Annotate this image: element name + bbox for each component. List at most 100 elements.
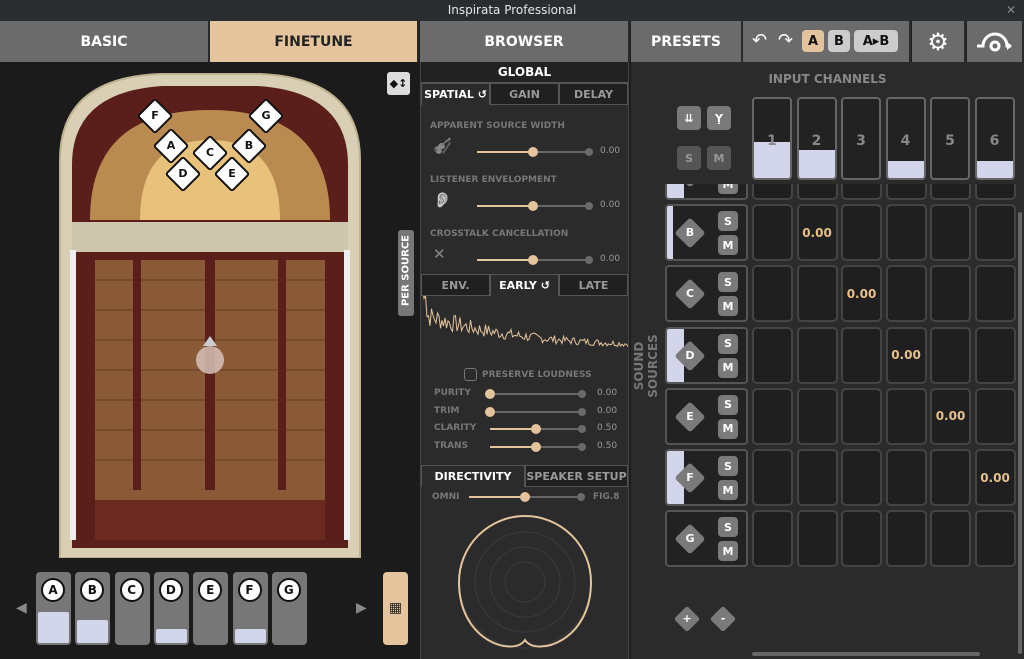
matrix-cell[interactable] [974, 326, 1016, 384]
slider-knob[interactable] [485, 406, 495, 417]
matrix-cell[interactable]: 0.00 [885, 326, 927, 384]
matrix-cell[interactable] [752, 265, 793, 323]
strip-next-arrow[interactable]: ▶ [356, 600, 367, 616]
matrix-cell[interactable] [796, 326, 838, 384]
vertical-scrollbar[interactable] [1018, 212, 1022, 654]
solo-button[interactable]: S [718, 517, 738, 538]
directivity-slider[interactable] [469, 492, 585, 502]
matrix-cell[interactable] [930, 326, 971, 384]
slider-knob[interactable] [528, 147, 538, 157]
source-strip-g[interactable]: G [271, 572, 307, 645]
copy-a-to-b-button[interactable]: A▸B [854, 30, 898, 52]
input-channel-6[interactable]: 6 [974, 97, 1015, 180]
matrix-cell[interactable]: 0.00 [974, 449, 1016, 506]
view-toggle-button[interactable]: ◆↕ [387, 72, 410, 95]
listener-icon[interactable] [967, 21, 1024, 62]
matrix-cell[interactable]: 0.00 [930, 387, 971, 445]
global-slider-1[interactable] [477, 201, 593, 211]
hall-source-f[interactable]: F [136, 97, 174, 135]
tab-spatial[interactable]: SPATIAL ↺ [421, 83, 490, 105]
matrix-cell[interactable] [930, 265, 971, 323]
tab-delay[interactable]: DELAY [559, 83, 628, 105]
horizontal-scrollbar[interactable] [752, 652, 980, 656]
tab-early[interactable]: EARLY ↺ [490, 274, 559, 296]
slider-knob[interactable] [531, 424, 541, 435]
redo-icon[interactable]: ↷ [778, 30, 793, 51]
matrix-cell[interactable] [930, 510, 971, 568]
source-strip-b[interactable]: B [75, 572, 111, 645]
hall-source-d[interactable]: D [164, 155, 202, 193]
source-strip-e[interactable]: E [193, 572, 229, 645]
matrix-cell[interactable] [796, 510, 838, 568]
remove-source-button[interactable]: - [709, 605, 737, 633]
tab-env[interactable]: ENV. [421, 274, 490, 296]
matrix-cell[interactable] [752, 449, 793, 506]
mute-button[interactable]: M [718, 418, 738, 439]
input-channel-3[interactable]: 3 [841, 97, 881, 180]
source-row-e[interactable]: E SM [665, 387, 748, 445]
input-channel-4[interactable]: 4 [885, 97, 926, 180]
preset-b-button[interactable]: B [828, 30, 850, 52]
tab-browser[interactable]: BROWSER [420, 21, 630, 62]
matrix-cell[interactable] [974, 387, 1016, 445]
matrix-cell[interactable] [930, 449, 971, 506]
source-row-g[interactable]: G SM [665, 510, 748, 568]
global-mute-button[interactable]: M [707, 146, 731, 170]
global-slider-0[interactable] [477, 147, 593, 157]
tab-directivity[interactable]: DIRECTIVITY [421, 465, 525, 487]
matrix-cell[interactable] [885, 265, 927, 323]
hall-source-a[interactable]: A [152, 127, 190, 165]
reflection-slider-trim[interactable] [485, 406, 586, 417]
solo-button[interactable]: S [718, 333, 738, 354]
source-strip-d[interactable]: D [153, 572, 189, 645]
matrix-cell[interactable] [752, 387, 793, 445]
mute-button[interactable]: M [718, 357, 738, 378]
hall-source-b[interactable]: B [230, 127, 268, 165]
matrix-cell[interactable] [841, 326, 882, 384]
tab-finetune[interactable]: FINETUNE [210, 21, 419, 62]
mute-button[interactable]: M [718, 235, 738, 256]
slider-knob[interactable] [531, 442, 541, 453]
tab-speaker-setup[interactable]: SPEAKER SETUP [525, 465, 628, 487]
matrix-cell[interactable] [974, 510, 1016, 568]
tab-presets[interactable]: PRESETS [631, 21, 743, 62]
matrix-cell[interactable] [974, 265, 1016, 323]
matrix-cell[interactable]: 0.00 [796, 204, 838, 262]
matrix-cell[interactable] [796, 265, 838, 323]
per-source-button[interactable]: PER SOURCE [398, 230, 414, 316]
close-icon[interactable]: ✕ [1006, 0, 1016, 21]
matrix-cell[interactable] [841, 204, 882, 262]
matrix-cell[interactable] [752, 326, 793, 384]
preserve-loudness-checkbox[interactable] [464, 368, 477, 381]
matrix-cell[interactable] [885, 387, 927, 445]
add-source-button[interactable]: + [673, 605, 701, 633]
matrix-cell[interactable] [885, 449, 927, 506]
mute-button[interactable]: M [718, 296, 738, 317]
matrix-cell[interactable] [796, 449, 838, 506]
matrix-cell[interactable] [974, 204, 1016, 262]
matrix-cell[interactable] [841, 183, 882, 200]
split-arrows-icon[interactable]: ⇊ [677, 106, 701, 130]
matrix-cell[interactable] [841, 510, 882, 568]
source-row-b[interactable]: B SM [665, 204, 748, 262]
reflection-slider-trans[interactable] [490, 442, 586, 453]
matrix-cell[interactable] [974, 183, 1016, 200]
slider-knob[interactable] [485, 389, 495, 399]
source-row-f[interactable]: F SM [665, 449, 748, 506]
input-channel-2[interactable]: 2 [796, 97, 837, 180]
input-channel-1[interactable]: 1 [752, 97, 792, 180]
hall-source-g[interactable]: G [247, 97, 285, 135]
mute-button[interactable]: M [718, 183, 738, 194]
solo-button[interactable]: S [718, 394, 738, 415]
matrix-cell[interactable] [885, 510, 927, 568]
solo-button[interactable]: S [718, 272, 738, 293]
matrix-cell[interactable] [796, 183, 838, 200]
solo-button[interactable]: S [718, 456, 738, 476]
matrix-cell[interactable] [885, 183, 927, 200]
matrix-cell[interactable] [885, 204, 927, 262]
mute-button[interactable]: M [718, 541, 738, 562]
undo-icon[interactable]: ↶ [752, 30, 767, 51]
tab-basic[interactable]: BASIC [0, 21, 210, 62]
source-row-c[interactable]: C SM [665, 265, 748, 323]
slider-knob[interactable] [528, 201, 538, 211]
